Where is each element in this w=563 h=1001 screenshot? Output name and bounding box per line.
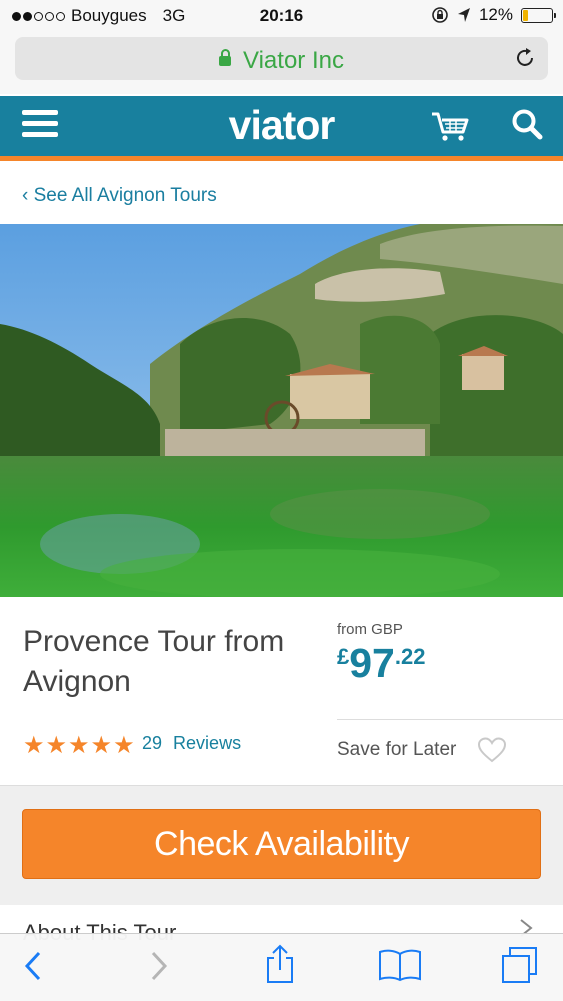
see-all-tours-link[interactable]: ‹ See All Avignon Tours <box>22 185 217 207</box>
viator-logo[interactable]: viator <box>0 102 563 149</box>
star-icon: ★ <box>90 732 113 759</box>
menu-icon[interactable] <box>22 110 58 140</box>
tour-price: £97.22 <box>337 640 425 687</box>
chevron-left-icon: ‹ <box>22 185 29 206</box>
price-cents: .22 <box>394 644 426 669</box>
heart-icon[interactable] <box>478 737 506 763</box>
site-name: Viator Inc <box>243 47 344 74</box>
star-icon: ★ <box>68 732 90 759</box>
price-prefix: from GBP <box>337 621 403 638</box>
search-icon[interactable] <box>511 108 543 140</box>
site-header: viator <box>0 96 563 161</box>
see-all-tours-label: See All Avignon Tours <box>33 185 217 206</box>
address-bar[interactable]: Viator Inc <box>15 37 548 80</box>
forward-arrow-icon[interactable] <box>148 950 170 982</box>
tour-photo[interactable] <box>0 224 563 597</box>
battery-icon <box>521 7 556 23</box>
reviews-label: Reviews <box>173 733 242 753</box>
lock-icon <box>219 49 232 66</box>
check-availability-button[interactable]: Check Availability <box>22 809 541 879</box>
carrier-name: Bouygues <box>71 6 147 25</box>
price-currency: £ <box>337 644 350 669</box>
star-icon: ★ <box>113 732 135 759</box>
status-right: 12% <box>431 5 556 25</box>
share-icon[interactable] <box>264 944 296 984</box>
star-rating: ★ ★ ★ ★ ★ <box>23 731 135 760</box>
review-count: 29 <box>142 733 163 753</box>
tabs-icon[interactable] <box>500 946 540 986</box>
back-arrow-icon[interactable] <box>22 950 44 982</box>
save-for-later-link[interactable]: Save for Later <box>337 739 456 761</box>
tour-title: Provence Tour from Avignon <box>23 625 285 698</box>
signal-strength-icon <box>12 11 65 21</box>
battery-percent: 12% <box>478 5 513 24</box>
network-type: 3G <box>162 6 186 25</box>
divider <box>337 719 563 720</box>
browser-toolbar <box>0 933 563 1001</box>
star-icon: ★ <box>45 732 68 759</box>
location-arrow-icon <box>457 8 470 22</box>
browser-chrome: Viator Inc <box>0 32 563 94</box>
price-whole: 97 <box>349 640 395 686</box>
reviews-link[interactable]: 29 Reviews <box>142 733 241 754</box>
reload-icon[interactable] <box>514 47 536 69</box>
status-left: Bouygues 3G <box>12 6 185 26</box>
bookmarks-icon[interactable] <box>378 948 422 982</box>
status-bar: Bouygues 3G 20:16 12% <box>0 0 563 32</box>
cart-icon[interactable] <box>430 110 470 142</box>
rotation-lock-icon <box>432 7 448 23</box>
star-icon: ★ <box>23 732 45 759</box>
